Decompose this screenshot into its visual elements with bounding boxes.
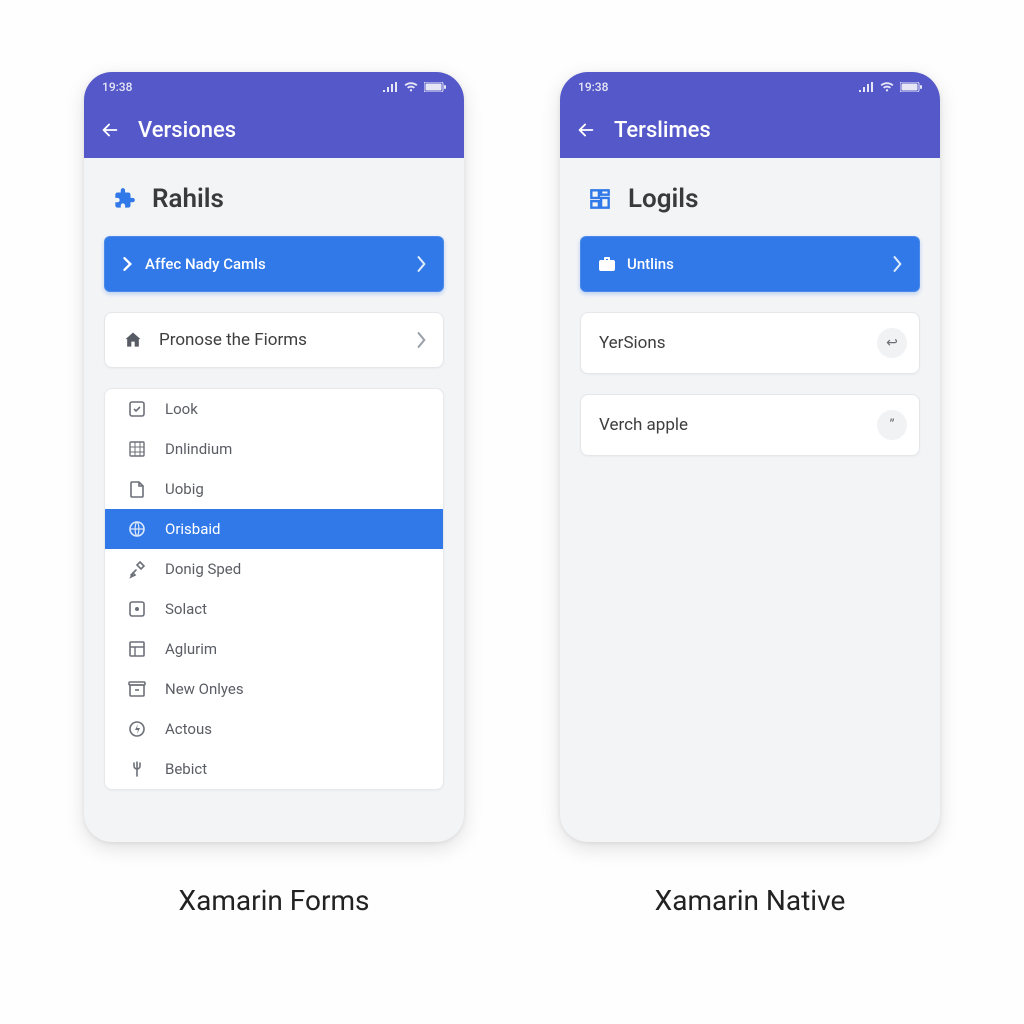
list-item-label: Actous: [165, 720, 212, 738]
chevron-right-icon: [893, 256, 903, 272]
bolt-circle-icon: [127, 719, 147, 739]
status-icons: [382, 82, 446, 92]
list-item-label: Aglurim: [165, 640, 217, 658]
primary-action-button[interactable]: Untlins: [580, 236, 920, 292]
status-time: 19:38: [102, 80, 132, 94]
tools-icon: [127, 559, 147, 579]
card-row-label: Verch apple: [599, 415, 688, 435]
list-item[interactable]: Look: [105, 389, 443, 429]
list-item[interactable]: Aglurim: [105, 629, 443, 669]
list-item-label: New Onlyes: [165, 680, 244, 698]
wifi-icon: [404, 82, 418, 92]
chevron-right-icon: [123, 257, 133, 271]
primary-action-label: Untlins: [627, 255, 674, 273]
nav-title: Terslimes: [614, 118, 711, 143]
list-item[interactable]: Bebict: [105, 749, 443, 789]
file-icon: [127, 479, 147, 499]
list-item[interactable]: Donig Sped: [105, 549, 443, 589]
wifi-icon: [880, 82, 894, 92]
arrow-left-icon: [99, 119, 121, 141]
nav-bar: Versiones: [84, 102, 464, 158]
phone-xamarin-forms: 19:38 Versiones Rahils Affec Nady: [84, 72, 464, 842]
nav-title: Versiones: [138, 118, 236, 143]
doc-check-icon: [127, 399, 147, 419]
content-area: Rahils Affec Nady Camls Pronose the Fior…: [84, 158, 464, 842]
content-area: Logils Untlins YerSions ↩ Verch apple ”: [560, 158, 940, 842]
list-item-label: Uobig: [165, 480, 204, 498]
archive-icon: [127, 679, 147, 699]
section-header: Rahils: [110, 184, 444, 214]
row-action-button[interactable]: ↩: [877, 328, 907, 358]
nav-bar: Terslimes: [560, 102, 940, 158]
phone-xamarin-native: 19:38 Terslimes Logils Untlins: [560, 72, 940, 842]
status-bar: 19:38: [84, 72, 464, 102]
card-row[interactable]: YerSions ↩: [580, 312, 920, 374]
back-button[interactable]: [574, 118, 598, 142]
battery-icon: [424, 82, 446, 92]
layout-icon: [127, 639, 147, 659]
grid-icon: [127, 439, 147, 459]
captions: Xamarin Forms Xamarin Native: [0, 842, 1024, 917]
section-header: Logils: [586, 184, 920, 214]
secondary-row[interactable]: Pronose the Fiorms: [104, 312, 444, 368]
caption-left: Xamarin Forms: [84, 884, 464, 917]
section-title: Logils: [628, 184, 698, 214]
chevron-right-icon: [417, 256, 427, 272]
status-time: 19:38: [578, 80, 608, 94]
home-icon: [123, 330, 143, 350]
list-item-label: Look: [165, 400, 198, 418]
signal-icon: [382, 82, 398, 92]
list-item-label: Orisbaid: [165, 520, 220, 538]
list-item-label: Dnlindium: [165, 440, 232, 458]
list-item[interactable]: Solact: [105, 589, 443, 629]
fork-icon: [127, 759, 147, 779]
secondary-row-label: Pronose the Fiorms: [159, 330, 307, 350]
chevron-right-icon: [417, 332, 427, 348]
card-row[interactable]: Verch apple ”: [580, 394, 920, 456]
caption-right: Xamarin Native: [560, 884, 940, 917]
primary-action-button[interactable]: Affec Nady Camls: [104, 236, 444, 292]
list-item-label: Bebict: [165, 760, 207, 778]
list-item-label: Donig Sped: [165, 560, 241, 578]
list-item-label: Solact: [165, 600, 207, 618]
section-title: Rahils: [152, 184, 224, 214]
arrow-left-icon: [575, 119, 597, 141]
list-item[interactable]: Actous: [105, 709, 443, 749]
primary-action-label: Affec Nady Camls: [145, 255, 266, 273]
status-icons: [858, 82, 922, 92]
list-item[interactable]: New Onlyes: [105, 669, 443, 709]
square-dot-icon: [127, 599, 147, 619]
globe-icon: [127, 519, 147, 539]
briefcase-icon: [599, 257, 615, 271]
card-row-label: YerSions: [599, 333, 666, 353]
options-list: Look Dnlindium Uobig Orisbaid Donig Sped Sola…: [104, 388, 444, 790]
battery-icon: [900, 82, 922, 92]
puzzle-icon: [110, 185, 138, 213]
list-item[interactable]: Dnlindium: [105, 429, 443, 469]
back-button[interactable]: [98, 118, 122, 142]
dashboard-icon: [586, 185, 614, 213]
status-bar: 19:38: [560, 72, 940, 102]
row-action-button[interactable]: ”: [877, 410, 907, 440]
list-item[interactable]: Orisbaid: [105, 509, 443, 549]
signal-icon: [858, 82, 874, 92]
list-item[interactable]: Uobig: [105, 469, 443, 509]
